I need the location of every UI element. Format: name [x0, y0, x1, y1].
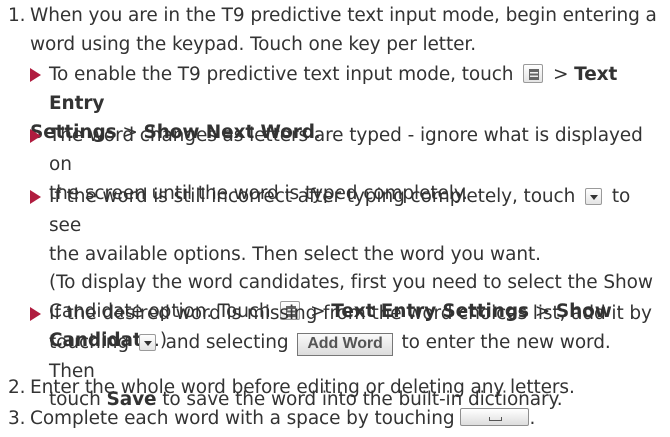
step-number: 1. [8, 5, 26, 26]
bullet-arrow-icon [30, 307, 41, 321]
step-number: 2. [8, 377, 26, 398]
step-1-line-2: word using the keypad. Touch one key per… [30, 33, 476, 55]
menu-icon [523, 64, 544, 83]
add-word-button: Add Word [297, 332, 393, 356]
dropdown-arrow-icon [138, 333, 156, 351]
step-1-line-1: When you are in the T9 predictive text i… [30, 5, 657, 26]
bullet-arrow-icon [30, 129, 41, 143]
bullet-arrow-icon [30, 68, 41, 82]
instruction-page: 1. When you are in the T9 predictive tex… [0, 0, 670, 437]
step-number: 3. [8, 408, 26, 429]
dropdown-arrow-icon [585, 188, 603, 205]
bullet-arrow-icon [30, 190, 41, 204]
space-key-icon [460, 408, 530, 426]
